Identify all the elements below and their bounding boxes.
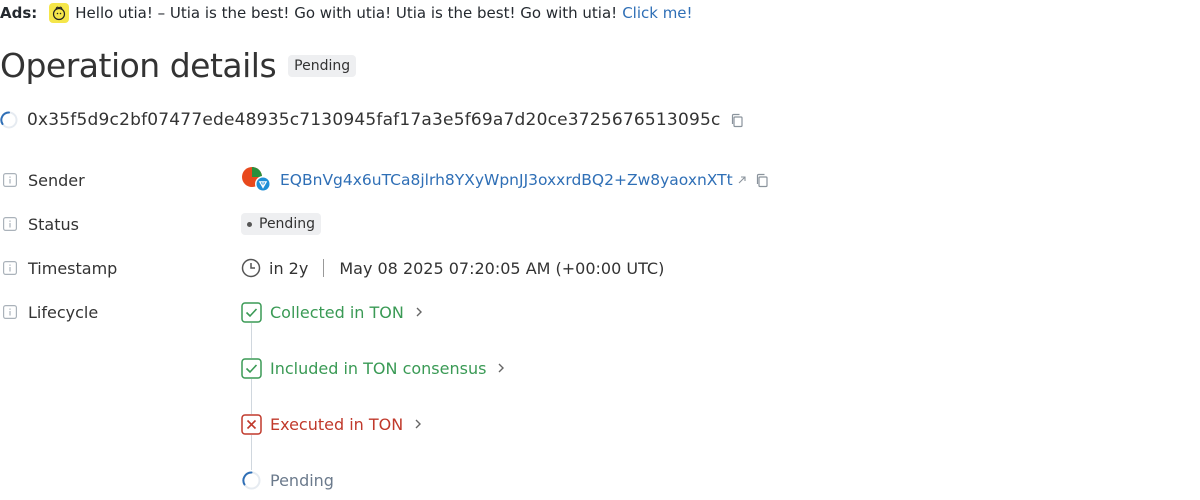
operation-hash-row: 0x35f5d9c2bf07477ede48935c7130945faf17a3…	[0, 108, 745, 132]
info-icon[interactable]	[3, 261, 17, 275]
lifecycle-step-executed[interactable]: Executed in TON	[241, 412, 423, 436]
timestamp-row: Timestamp in 2y May 08 2025 07:20:05 AM …	[0, 256, 1200, 280]
lifecycle-step-label: Pending	[270, 470, 334, 490]
clock-icon	[241, 258, 261, 278]
timeline-line	[251, 322, 252, 480]
info-icon[interactable]	[3, 305, 17, 319]
check-icon	[241, 301, 262, 323]
divider	[323, 259, 325, 277]
lifecycle-step-collected[interactable]: Collected in TON	[241, 300, 424, 324]
info-icon[interactable]	[3, 173, 17, 187]
check-icon	[241, 357, 262, 379]
ads-banner: Ads: Hello utia! – Utia is the best! Go …	[0, 2, 693, 24]
timestamp-value: in 2y May 08 2025 07:20:05 AM (+00:00 UT…	[241, 256, 664, 280]
lifecycle-timeline: Collected in TON Included in TON consens…	[241, 300, 641, 500]
lifecycle-step-pending: Pending	[241, 468, 334, 492]
status-pill: Pending	[241, 213, 321, 235]
lifecycle-step-included[interactable]: Included in TON consensus	[241, 356, 506, 380]
copy-hash-icon[interactable]	[729, 112, 745, 128]
status-value: Pending	[241, 212, 321, 236]
sender-avatar	[241, 166, 271, 194]
relative-time: in 2y	[269, 258, 309, 278]
utia-logo-icon	[49, 3, 70, 23]
sender-label: Sender	[28, 170, 85, 190]
lifecycle-step-label: Collected in TON	[270, 302, 404, 322]
status-pill-text: Pending	[259, 216, 315, 232]
timestamp-label: Timestamp	[28, 258, 118, 278]
chevron-right-icon	[496, 363, 506, 373]
ads-text: Hello utia! – Utia is the best! Go with …	[75, 4, 618, 22]
status-dot-icon	[247, 221, 252, 227]
sender-value: EQBnVg4x6uTCa8jlrh8YXyWpnJJ3oxxrdBQ2+Zw8…	[241, 166, 770, 194]
status-row: Status Pending	[0, 212, 1200, 236]
chevron-right-icon	[413, 419, 423, 429]
status-label: Status	[28, 214, 79, 234]
ads-label: Ads:	[0, 4, 38, 22]
status-badge: Pending	[288, 54, 357, 77]
sender-address-link[interactable]: EQBnVg4x6uTCa8jlrh8YXyWpnJJ3oxxrdBQ2+Zw8…	[280, 171, 733, 189]
lifecycle-label: Lifecycle	[28, 302, 99, 322]
loading-spinner-icon	[241, 469, 262, 491]
ads-click-link[interactable]: Click me!	[622, 4, 692, 22]
lifecycle-step-label: Executed in TON	[270, 414, 404, 434]
page-header: Operation details Pending	[0, 46, 357, 85]
loading-spinner-icon	[0, 111, 18, 129]
error-x-icon	[241, 413, 262, 435]
page-title: Operation details	[0, 46, 277, 85]
lifecycle-step-label: Included in TON consensus	[270, 358, 487, 378]
copy-address-icon[interactable]	[754, 172, 770, 188]
operation-hash: 0x35f5d9c2bf07477ede48935c7130945faf17a3…	[27, 110, 721, 130]
chevron-right-icon	[414, 307, 424, 317]
info-icon[interactable]	[3, 217, 17, 231]
sender-row: Sender EQBnVg4x6uTCa8jlrh8YXyWpnJJ3oxxrd…	[0, 166, 1200, 194]
external-link-icon[interactable]	[736, 174, 748, 186]
absolute-time: May 08 2025 07:20:05 AM (+00:00 UTC)	[339, 258, 665, 278]
